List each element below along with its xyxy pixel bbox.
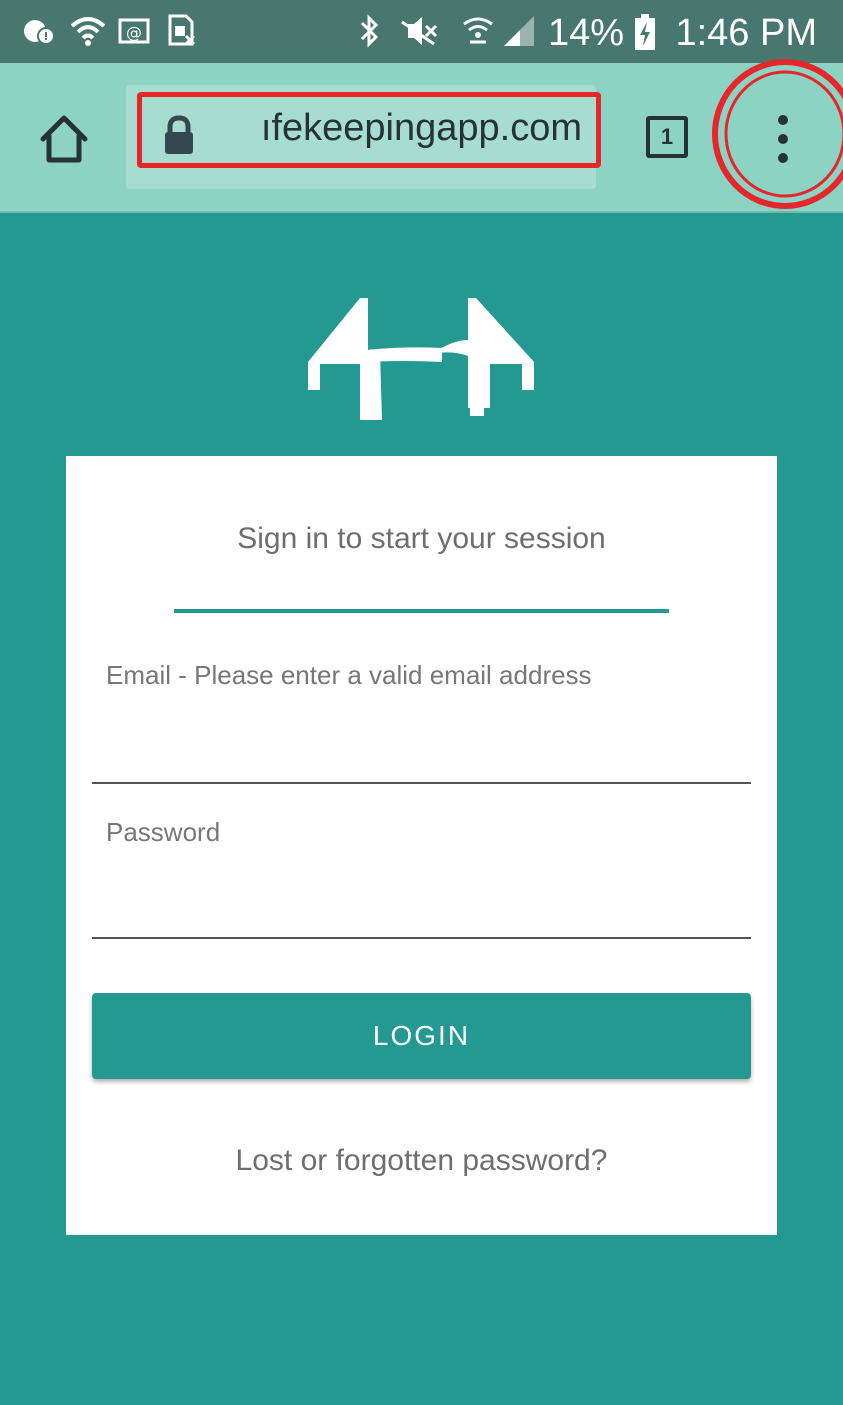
svg-text:@: @ <box>126 23 142 42</box>
page-title: Sign in to start your session <box>237 522 606 555</box>
signal-icon <box>504 16 534 46</box>
url-highlight-box <box>137 92 601 168</box>
title-divider <box>174 609 669 613</box>
mute-icon <box>401 17 438 46</box>
tab-switcher-button[interactable]: 1 <box>646 116 688 158</box>
tab-count: 1 <box>660 124 674 149</box>
sim-icon <box>168 14 196 46</box>
status-bar: @ 14% 1:46 PM <box>0 0 843 63</box>
login-card: Sign in to start your session Email - Pl… <box>66 456 777 1235</box>
wifi-icon <box>70 17 106 46</box>
battery-charging-icon <box>635 14 655 50</box>
bluetooth-icon <box>360 14 379 48</box>
menu-highlight-circle <box>712 59 843 209</box>
wifi-calling-icon <box>463 17 493 44</box>
home-icon[interactable] <box>38 113 90 165</box>
password-field[interactable] <box>92 884 755 936</box>
logo <box>308 298 534 420</box>
email-field[interactable] <box>92 728 755 780</box>
email-underline <box>92 782 751 784</box>
forgot-password-link[interactable]: Lost or forgotten password? <box>66 1144 777 1178</box>
password-label: Password <box>106 817 221 847</box>
login-button[interactable]: LOGIN <box>92 993 751 1079</box>
email-label: Email - Please enter a valid email addre… <box>106 660 592 690</box>
notification-icon <box>24 20 55 45</box>
battery-percent: 14% <box>548 12 625 54</box>
clock: 1:46 PM <box>675 12 817 54</box>
email-icon: @ <box>118 18 150 44</box>
password-underline <box>92 937 751 939</box>
